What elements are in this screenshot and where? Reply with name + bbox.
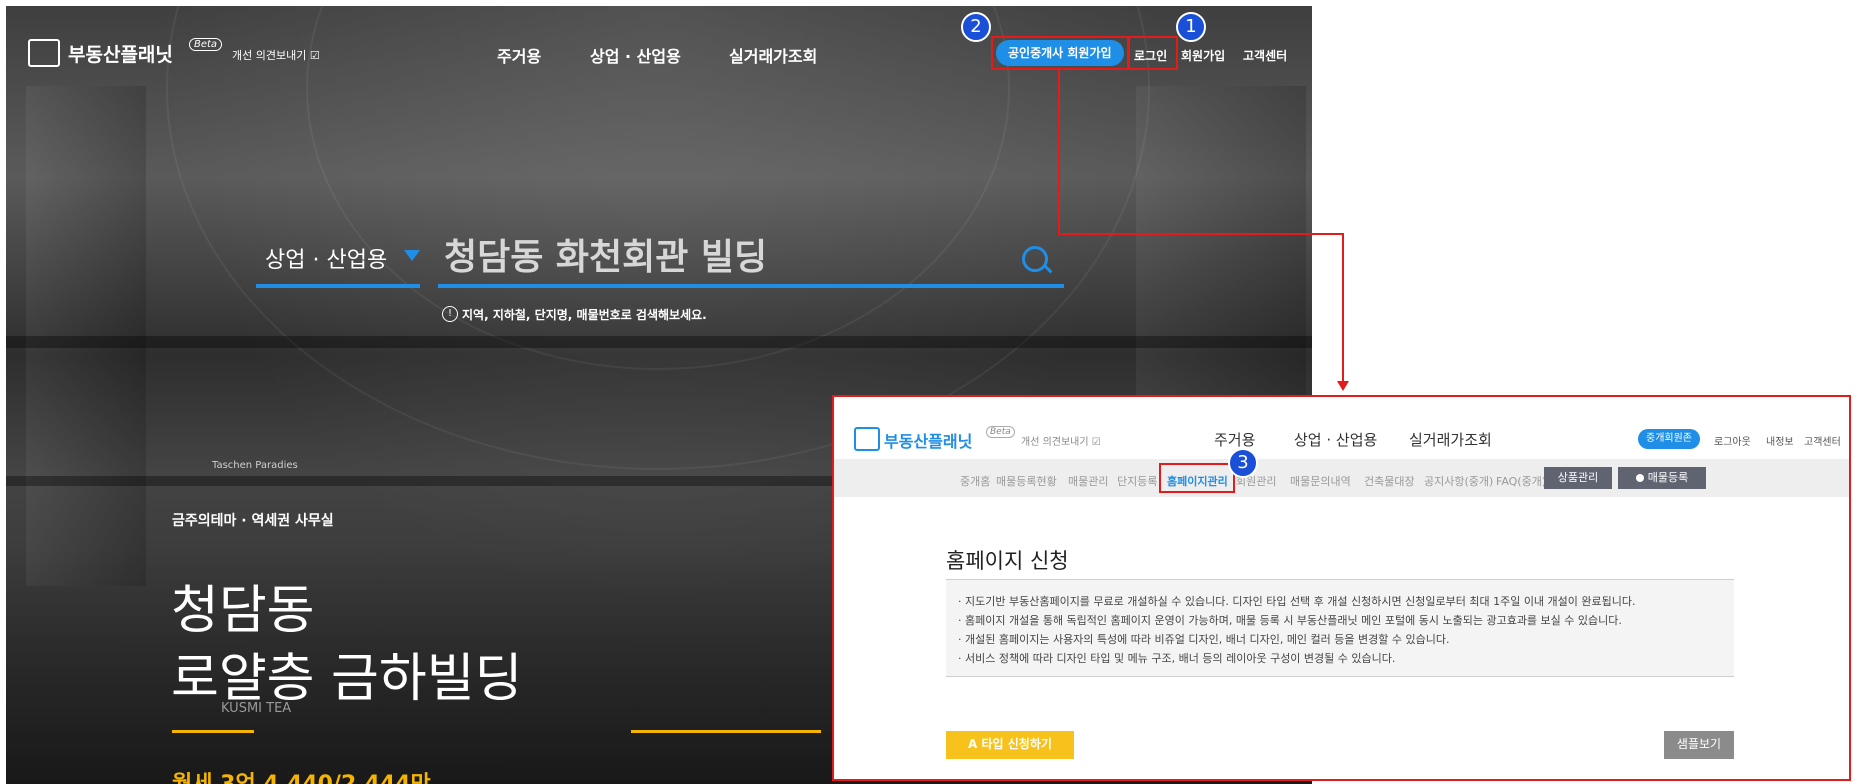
nav-commercial[interactable]: 상업 · 산업용 — [590, 43, 681, 67]
subnav-home[interactable]: 중개홈 — [960, 473, 990, 489]
logo-house-icon[interactable] — [28, 39, 60, 67]
search-category-label[interactable]: 상업 · 산업용 — [265, 242, 387, 274]
arrow-down-icon — [1337, 381, 1349, 391]
listing-register-button[interactable]: 매물등록 — [1618, 467, 1706, 489]
search-underline — [438, 284, 1064, 288]
customer-center-link[interactable]: 고객센터 — [1243, 47, 1287, 64]
logout-link[interactable]: 로그아웃 — [1714, 433, 1751, 448]
hero-accent-line-right — [631, 730, 821, 733]
info-icon: ! — [442, 306, 458, 322]
highlight-homepage-manage — [1159, 463, 1235, 493]
logo-text[interactable]: 부동산플래닛 — [68, 40, 173, 67]
sample-view-button[interactable]: 샘플보기 — [1664, 731, 1734, 759]
hero-tag: 금주의테마 · 역세권 사무실 — [172, 513, 334, 529]
connector-line-down — [1342, 233, 1344, 381]
nav-commercial[interactable]: 상업 · 산업용 — [1294, 429, 1377, 450]
agent-homepage-screenshot: 부동산플래닛 Beta 개선 의견보내기 ☑ 주거용 상업 · 산업용 실거래가… — [832, 395, 1851, 781]
nav-real-price[interactable]: 실거래가조회 — [729, 43, 817, 67]
product-manage-button[interactable]: 상품관리 — [1544, 467, 1612, 489]
beta-badge: Beta — [189, 38, 223, 51]
subnav-building-register[interactable]: 건축물대장 — [1364, 473, 1415, 489]
page-title: 홈페이지 신청 — [946, 549, 1069, 573]
chevron-down-icon[interactable] — [404, 250, 420, 261]
customer-center-link[interactable]: 고객센터 — [1804, 433, 1841, 448]
search-hint: 지역, 지하철, 단지명, 매물번호로 검색해보세요. — [462, 308, 707, 322]
step-badge-1: 1 — [1176, 12, 1206, 42]
subnav-listing-status[interactable]: 매물등록현황 — [996, 473, 1057, 489]
feedback-link[interactable]: 개선 의견보내기 ☑ — [232, 47, 320, 63]
info-line-3: · 개설된 홈페이지는 사용자의 특성에 따라 비쥬얼 디자인, 배너 디자인,… — [958, 633, 1450, 646]
info-line-1: · 지도기반 부동산홈페이지를 무료로 개설하실 수 있습니다. 디자인 타입 … — [958, 595, 1636, 608]
search-input[interactable]: 청담동 화천회관 빌딩 — [444, 228, 767, 280]
logo-house-icon[interactable] — [854, 427, 880, 451]
subnav-listing-manage[interactable]: 매물관리 — [1068, 473, 1108, 489]
step-badge-3: 3 — [1228, 448, 1258, 478]
highlight-login — [1128, 36, 1178, 70]
logo-text[interactable]: 부동산플래닛 — [884, 428, 972, 452]
connector-line-horizontal — [1058, 233, 1344, 235]
hero-price: 월세 3억 4,440/2,444만 — [172, 766, 431, 784]
agent-member-zone-button[interactable]: 중개회원존 — [1638, 429, 1700, 449]
hero-title-line2: 로얄층 금하빌딩 — [171, 649, 523, 709]
beta-badge: Beta — [986, 426, 1015, 438]
nav-residential[interactable]: 주거용 — [497, 43, 541, 67]
hero-title-line1: 청담동 — [171, 581, 315, 641]
category-underline — [256, 284, 420, 288]
feedback-link[interactable]: 개선 의견보내기 ☑ — [1021, 433, 1101, 448]
nav-residential[interactable]: 주거용 — [1214, 429, 1255, 450]
step-badge-2: 2 — [961, 12, 991, 42]
apply-type-a-button[interactable]: A 타입 신청하기 — [946, 731, 1074, 759]
my-info-link[interactable]: 내정보 — [1766, 433, 1794, 448]
listing-register-label: 매물등록 — [1647, 471, 1689, 484]
signup-link[interactable]: 회원가입 — [1181, 47, 1225, 64]
plus-circle-icon — [1635, 474, 1644, 482]
subnav-complex-register[interactable]: 단지등록 — [1117, 473, 1157, 489]
subnav-faq[interactable]: FAQ(중개) — [1496, 473, 1546, 489]
shop-sign: Taschen Paradies — [212, 460, 298, 471]
subnav-inquiries[interactable]: 매물문의내역 — [1290, 473, 1351, 489]
hero-accent-line — [172, 730, 254, 733]
balcony-rail — [6, 336, 1312, 348]
nav-real-price[interactable]: 실거래가조회 — [1409, 429, 1492, 450]
info-line-2: · 홈페이지 개설을 통해 독립적인 홈페이지 운영이 가능하며, 매물 등록 … — [958, 614, 1622, 627]
info-line-4: · 서비스 정책에 따라 디자인 타입 및 메뉴 구조, 배너 등의 레이아웃 … — [958, 652, 1396, 665]
highlight-agent-signup — [991, 36, 1129, 70]
subnav-notices[interactable]: 공지사항(중개) — [1424, 473, 1493, 489]
connector-line-vertical — [1058, 69, 1060, 234]
